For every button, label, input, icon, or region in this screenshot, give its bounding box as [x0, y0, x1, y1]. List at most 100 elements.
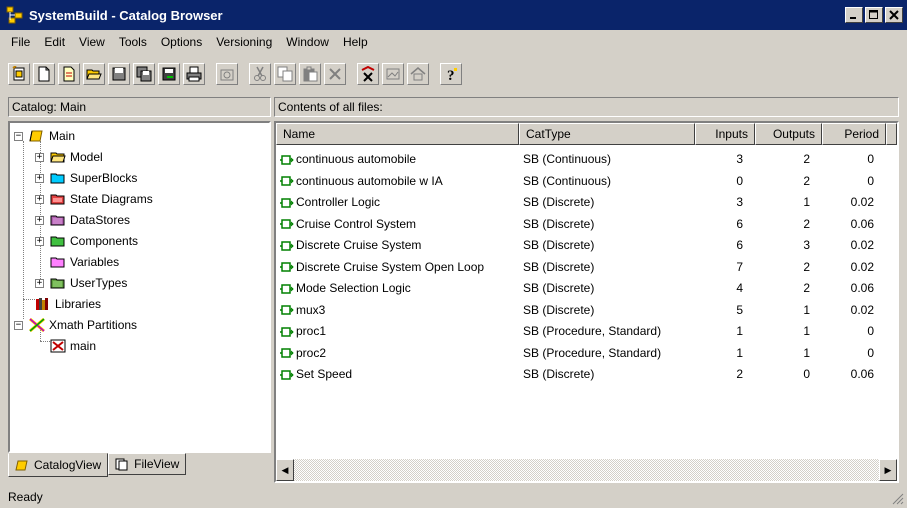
save-all-icon[interactable]: [133, 63, 155, 85]
cell-period: 0: [867, 173, 874, 188]
cell-inputs: 0: [736, 173, 743, 188]
new-catalog-icon[interactable]: [8, 63, 30, 85]
copy-icon[interactable]: [274, 63, 296, 85]
cell-name: Set Speed: [276, 367, 519, 381]
contents-list[interactable]: Name CatType Inputs Outputs Period conti…: [274, 121, 899, 483]
print-icon[interactable]: [183, 63, 205, 85]
expand-icon[interactable]: +: [35, 278, 44, 288]
menu-help[interactable]: Help: [336, 35, 375, 49]
scroll-left-icon[interactable]: ◀: [276, 459, 294, 481]
expand-icon[interactable]: +: [35, 236, 44, 246]
table-row[interactable]: Controller Logic SB (Discrete) 3 1 0.02: [276, 191, 886, 213]
tree-item-main-partition[interactable]: main: [50, 336, 96, 356]
cell-outputs: 1: [803, 345, 810, 360]
superblock-icon: [280, 175, 294, 187]
title-bar[interactable]: SystemBuild - Catalog Browser: [0, 0, 907, 30]
cell-inputs: 5: [736, 302, 743, 317]
column-period[interactable]: Period: [822, 123, 886, 145]
horizontal-scrollbar[interactable]: ◀ ▶: [276, 459, 897, 481]
menu-edit[interactable]: Edit: [37, 35, 72, 49]
menu-versioning[interactable]: Versioning: [209, 35, 279, 49]
column-name[interactable]: Name: [276, 123, 519, 145]
home-icon[interactable]: [407, 63, 429, 85]
table-row[interactable]: Mode Selection Logic SB (Discrete) 4 2 0.06: [276, 277, 886, 299]
expand-icon[interactable]: +: [35, 173, 44, 183]
new-file-icon[interactable]: [33, 63, 55, 85]
menu-view[interactable]: View: [72, 35, 112, 49]
open-folder-icon[interactable]: [83, 63, 105, 85]
tab-catalogview[interactable]: CatalogView: [8, 453, 109, 477]
expand-icon[interactable]: +: [35, 194, 44, 204]
superblock-icon: [280, 197, 294, 209]
table-row[interactable]: Cruise Control System SB (Discrete) 6 2 0.06: [276, 213, 886, 235]
catalog-tree[interactable]: − Main + Model + SuperBlocks + State Dia…: [8, 121, 271, 453]
tab-label: FileView: [134, 457, 180, 471]
cell-inputs: 1: [736, 324, 743, 338]
tree-label: DataStores: [70, 213, 131, 227]
minimize-icon[interactable]: [845, 7, 863, 23]
table-row[interactable]: Discrete Cruise System SB (Discrete) 6 3 0.0…: [276, 234, 886, 256]
cell-cattype: SB (Discrete): [523, 195, 595, 209]
catalog-browser-window: SystemBuild - Catalog Browser File Edit …: [0, 0, 907, 508]
close-icon[interactable]: [885, 7, 903, 23]
scroll-track[interactable]: [294, 459, 879, 481]
menu-file[interactable]: File: [4, 35, 37, 49]
tab-fileview[interactable]: FileView: [108, 453, 187, 475]
menu-tools[interactable]: Tools: [112, 35, 154, 49]
tree-item-usertypes[interactable]: + UserTypes: [35, 273, 127, 293]
table-row[interactable]: proc2 SB (Procedure, Standard) 1 1 0: [276, 342, 886, 364]
tree-item-libraries[interactable]: Libraries: [35, 294, 101, 314]
superblock-icon: [280, 240, 294, 252]
menu-window[interactable]: Window: [279, 35, 336, 49]
tree-item-components[interactable]: + Components: [35, 231, 138, 251]
column-cattype[interactable]: CatType: [519, 123, 695, 145]
row-name: proc1: [296, 324, 327, 338]
table-row[interactable]: proc1 SB (Procedure, Standard) 1 1 0: [276, 320, 886, 342]
cell-cattype: SB (Continuous): [523, 152, 612, 166]
column-outputs[interactable]: Outputs: [755, 123, 822, 145]
tree-label: Main: [49, 129, 76, 143]
toolbar: ?: [8, 58, 465, 90]
table-row[interactable]: Set Speed SB (Discrete) 2 0 0.06: [276, 363, 886, 385]
delete-icon[interactable]: [324, 63, 346, 85]
row-name: Discrete Cruise System: [296, 238, 422, 252]
model-folder-icon: [50, 150, 66, 164]
table-row[interactable]: Discrete Cruise System Open Loop SB (Disc…: [276, 256, 886, 278]
table-row[interactable]: mux3 SB (Discrete) 5 1 0.02: [276, 299, 886, 321]
tree-item-xmath-partitions[interactable]: − Xmath Partitions: [14, 315, 137, 335]
menu-options[interactable]: Options: [154, 35, 209, 49]
cut-icon[interactable]: [249, 63, 271, 85]
status-text: Ready: [8, 489, 43, 504]
expand-icon[interactable]: +: [35, 215, 44, 225]
tree-item-variables[interactable]: Variables: [50, 252, 119, 272]
table-row[interactable]: continuous automobile SB (Continuous) 3 2 0: [276, 148, 886, 170]
partition-icon[interactable]: [357, 63, 379, 85]
image-icon[interactable]: [382, 63, 404, 85]
save-icon[interactable]: [108, 63, 130, 85]
row-name: Cruise Control System: [296, 216, 417, 231]
tree-item-model[interactable]: + Model: [35, 147, 103, 167]
save-as-icon[interactable]: [158, 63, 180, 85]
maximize-icon[interactable]: [865, 7, 883, 23]
properties-icon[interactable]: [216, 63, 238, 85]
help-icon[interactable]: ?: [440, 63, 462, 85]
cell-inputs: 1: [736, 345, 743, 360]
tree-item-main[interactable]: − Main: [14, 126, 75, 146]
expand-icon[interactable]: +: [35, 152, 44, 162]
table-row[interactable]: continuous automobile w IA SB (Continuous…: [276, 170, 886, 192]
new-item-icon[interactable]: [58, 63, 80, 85]
tree-item-state-diagrams[interactable]: + State Diagrams: [35, 189, 153, 209]
tree-label: Libraries: [55, 297, 102, 311]
cell-inputs: 6: [736, 238, 743, 252]
resize-grip-icon[interactable]: [892, 493, 904, 505]
menu-bar: File Edit View Tools Options Versioning …: [0, 30, 907, 54]
tree-item-superblocks[interactable]: + SuperBlocks: [35, 168, 137, 188]
collapse-icon[interactable]: −: [14, 131, 23, 141]
collapse-icon[interactable]: −: [14, 320, 23, 330]
column-inputs[interactable]: Inputs: [695, 123, 755, 145]
paste-icon[interactable]: [299, 63, 321, 85]
scroll-right-icon[interactable]: ▶: [879, 459, 897, 481]
cell-cattype: SB (Discrete): [523, 238, 595, 252]
tree-item-datastores[interactable]: + DataStores: [35, 210, 130, 230]
row-name: proc2: [296, 345, 327, 360]
